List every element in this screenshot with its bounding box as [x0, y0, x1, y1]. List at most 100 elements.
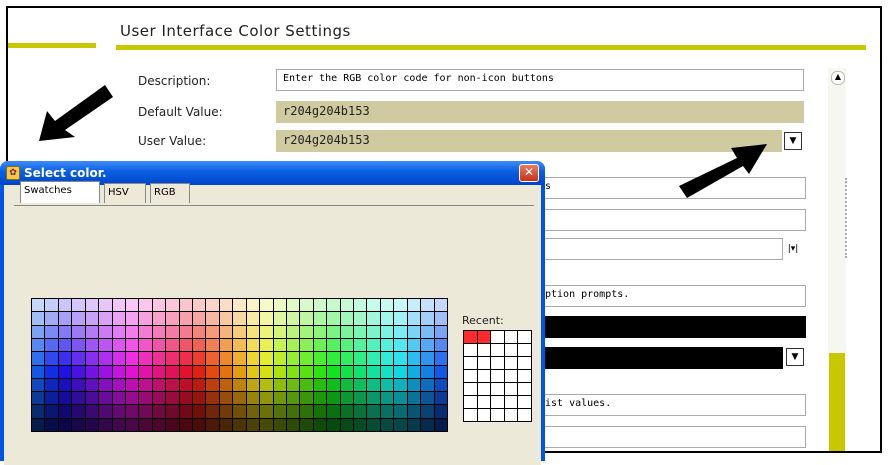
- color-swatch[interactable]: [260, 338, 273, 352]
- color-swatch[interactable]: [99, 405, 112, 418]
- color-swatch[interactable]: [421, 312, 434, 325]
- row-field-4[interactable]: ption prompts.: [538, 285, 806, 307]
- color-swatch[interactable]: [58, 392, 72, 405]
- color-swatch[interactable]: [380, 418, 394, 431]
- color-swatch[interactable]: [434, 338, 447, 352]
- color-swatch[interactable]: [233, 299, 246, 312]
- color-swatch[interactable]: [85, 378, 99, 392]
- recent-swatch[interactable]: [518, 396, 531, 408]
- recent-swatch[interactable]: [477, 396, 491, 408]
- color-swatch[interactable]: [85, 365, 99, 378]
- tab-rgb[interactable]: RGB: [150, 183, 190, 203]
- color-swatch[interactable]: [421, 392, 434, 405]
- color-swatch[interactable]: [380, 312, 394, 325]
- color-swatch[interactable]: [273, 299, 286, 312]
- color-swatch[interactable]: [206, 312, 219, 325]
- color-swatch[interactable]: [367, 405, 380, 418]
- color-swatch[interactable]: [273, 365, 286, 378]
- color-swatch[interactable]: [367, 299, 380, 312]
- color-swatch[interactable]: [152, 378, 166, 392]
- color-swatch[interactable]: [246, 405, 260, 418]
- color-swatch[interactable]: [273, 312, 286, 325]
- color-swatch[interactable]: [434, 405, 447, 418]
- color-swatch[interactable]: [85, 312, 99, 325]
- color-swatch[interactable]: [340, 418, 354, 431]
- color-swatch[interactable]: [327, 338, 340, 352]
- color-swatch[interactable]: [206, 405, 219, 418]
- recent-swatch[interactable]: [464, 331, 477, 343]
- color-swatch[interactable]: [434, 325, 447, 338]
- color-swatch[interactable]: [112, 325, 125, 338]
- color-swatch[interactable]: [112, 312, 125, 325]
- color-swatch[interactable]: [313, 378, 327, 392]
- color-swatch[interactable]: [219, 352, 233, 365]
- color-swatch[interactable]: [421, 418, 434, 431]
- color-swatch[interactable]: [219, 365, 233, 378]
- color-swatch[interactable]: [367, 392, 380, 405]
- color-swatch[interactable]: [72, 325, 85, 338]
- color-swatch[interactable]: [354, 365, 367, 378]
- color-swatch[interactable]: [380, 338, 394, 352]
- color-swatch[interactable]: [99, 299, 112, 312]
- color-swatch[interactable]: [32, 352, 45, 365]
- color-swatch[interactable]: [394, 299, 407, 312]
- color-swatch[interactable]: [179, 378, 193, 392]
- color-swatch[interactable]: [152, 418, 166, 431]
- recent-swatch[interactable]: [477, 370, 491, 382]
- color-swatch[interactable]: [179, 299, 193, 312]
- color-swatch[interactable]: [179, 312, 193, 325]
- color-swatch[interactable]: [112, 378, 125, 392]
- color-swatch[interactable]: [246, 338, 260, 352]
- color-swatch[interactable]: [286, 392, 300, 405]
- color-swatch[interactable]: [45, 405, 58, 418]
- color-swatch[interactable]: [32, 338, 45, 352]
- color-swatch[interactable]: [179, 338, 193, 352]
- color-swatch[interactable]: [380, 392, 394, 405]
- color-swatch[interactable]: [286, 299, 300, 312]
- color-swatch[interactable]: [354, 392, 367, 405]
- color-swatch[interactable]: [85, 338, 99, 352]
- color-swatch[interactable]: [380, 365, 394, 378]
- color-swatch[interactable]: [327, 312, 340, 325]
- color-swatch[interactable]: [125, 378, 139, 392]
- color-swatch[interactable]: [434, 378, 447, 392]
- color-swatch[interactable]: [179, 352, 193, 365]
- color-swatch[interactable]: [313, 418, 327, 431]
- color-swatch[interactable]: [219, 378, 233, 392]
- color-swatch[interactable]: [206, 392, 219, 405]
- color-swatch[interactable]: [125, 352, 139, 365]
- color-swatch[interactable]: [260, 405, 273, 418]
- color-swatch[interactable]: [340, 392, 354, 405]
- color-swatch[interactable]: [58, 338, 72, 352]
- color-swatch[interactable]: [327, 378, 340, 392]
- color-swatch[interactable]: [354, 325, 367, 338]
- color-swatch[interactable]: [206, 325, 219, 338]
- color-swatch[interactable]: [85, 392, 99, 405]
- color-swatch[interactable]: [286, 418, 300, 431]
- color-swatch[interactable]: [367, 418, 380, 431]
- color-swatch[interactable]: [166, 392, 179, 405]
- color-swatch[interactable]: [394, 352, 407, 365]
- color-swatch[interactable]: [99, 365, 112, 378]
- color-swatch[interactable]: [32, 365, 45, 378]
- color-swatch[interactable]: [327, 418, 340, 431]
- color-swatch[interactable]: [313, 325, 327, 338]
- color-swatch[interactable]: [139, 418, 152, 431]
- color-swatch[interactable]: [367, 365, 380, 378]
- color-swatch[interactable]: [45, 299, 58, 312]
- color-swatch[interactable]: [166, 338, 179, 352]
- color-swatch[interactable]: [233, 392, 246, 405]
- color-swatch[interactable]: [421, 338, 434, 352]
- color-swatch[interactable]: [72, 378, 85, 392]
- color-swatch[interactable]: [394, 392, 407, 405]
- recent-swatch[interactable]: [518, 383, 531, 395]
- color-swatch[interactable]: [179, 365, 193, 378]
- color-swatch[interactable]: [300, 365, 313, 378]
- color-swatch[interactable]: [72, 338, 85, 352]
- color-swatch[interactable]: [313, 299, 327, 312]
- color-swatch[interactable]: [99, 378, 112, 392]
- color-swatch[interactable]: [166, 352, 179, 365]
- color-swatch[interactable]: [233, 338, 246, 352]
- color-swatch[interactable]: [273, 352, 286, 365]
- scrollbar-thumb[interactable]: [829, 353, 845, 451]
